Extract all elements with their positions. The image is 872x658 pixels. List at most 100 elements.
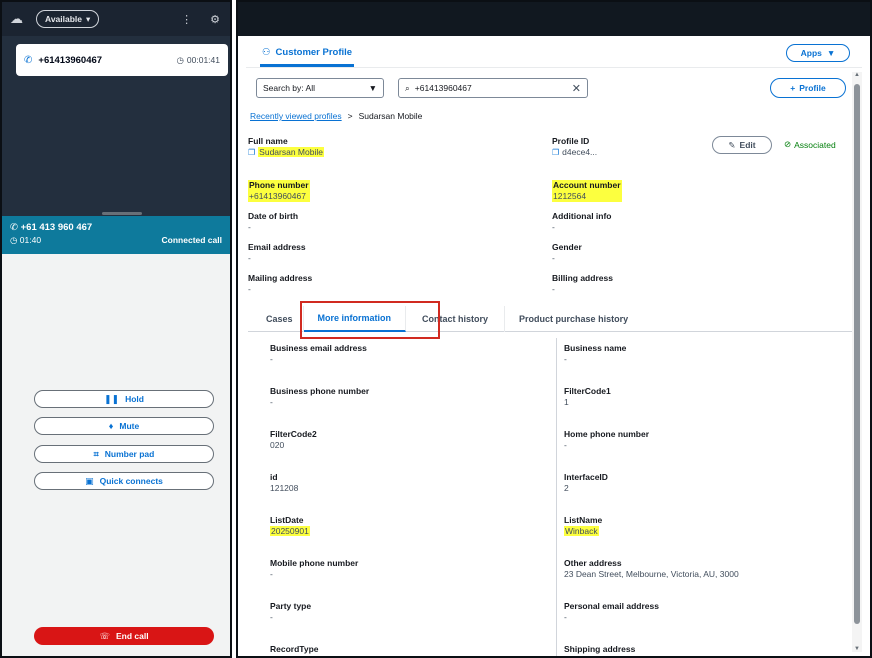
mute-label: Mute	[119, 421, 140, 431]
ccp-header: ☁ Available ▾ ⋮ ⚙	[2, 2, 230, 36]
search-input[interactable]: ⌕ +61413960467 ✕	[398, 78, 588, 98]
quick-connect-icon: ▣	[85, 475, 94, 486]
active-call-timer-value: 00:01:41	[186, 55, 220, 65]
edit-button[interactable]: ✎ Edit	[712, 136, 772, 154]
tab-cases[interactable]: Cases	[248, 305, 304, 332]
field-label: Business phone number	[270, 386, 370, 396]
search-by-select[interactable]: Search by: All ▼	[256, 78, 384, 98]
column-divider	[556, 338, 557, 656]
field-profile-id: Profile ID ❐ d4ece4...	[552, 136, 597, 158]
active-call-timer: ◷ 00:01:41	[176, 55, 220, 66]
quick-connects-button[interactable]: ▣ Quick connects	[34, 472, 214, 490]
phone-number-value: +61413960467	[248, 191, 310, 202]
agent-status-dropdown[interactable]: Available ▾	[36, 10, 100, 28]
top-bar	[238, 2, 870, 36]
chevron-right-icon: >	[347, 111, 353, 121]
more-info-field: Personal email address -	[564, 601, 659, 623]
field-label: InterfaceID	[564, 472, 608, 482]
more-options-icon[interactable]: ⋮	[181, 13, 192, 26]
more-info-field: InterfaceID 2	[564, 472, 608, 494]
connected-call-status: Connected call	[161, 235, 222, 245]
cloud-icon: ☁	[10, 11, 23, 26]
copy-icon[interactable]: ❐	[248, 148, 255, 157]
connected-call-bar: ✆ +61 413 960 467 ◷ 01:40 Connected call	[2, 216, 230, 254]
field-label: id	[270, 472, 278, 482]
clock-icon: ◷	[10, 235, 20, 245]
add-profile-button[interactable]: + Profile	[770, 78, 846, 98]
number-pad-label: Number pad	[104, 449, 155, 459]
add-profile-label: Profile	[799, 83, 826, 93]
field-value: -	[270, 354, 273, 364]
associated-status: ⊘ Associated	[784, 139, 836, 150]
more-info-field: Shipping address	[564, 644, 635, 655]
more-info-field: ListDate 20250901	[270, 515, 310, 537]
field-label: Other address	[564, 558, 622, 568]
field-account-number: Account number 1212564	[552, 180, 622, 202]
field-label: FilterCode2	[270, 429, 317, 439]
field-value: -	[552, 284, 555, 294]
search-row: Search by: All ▼ ⌕ +61413960467 ✕ + Prof…	[256, 78, 846, 98]
more-info-field: Business email address -	[270, 343, 367, 365]
field-value: -	[270, 397, 273, 407]
quick-connects-label: Quick connects	[99, 476, 163, 486]
field-label: Additional info	[552, 211, 612, 221]
more-info-field: Business phone number -	[270, 386, 369, 408]
field-label: Profile ID	[552, 136, 590, 146]
hangup-icon: ☏	[99, 630, 111, 641]
settings-icon[interactable]: ⚙	[210, 13, 220, 26]
field-label: Home phone number	[564, 429, 650, 439]
vertical-scrollbar[interactable]: ▲ ▼	[852, 72, 862, 652]
plus-icon: +	[790, 83, 796, 93]
full-name-value: Sudarsan Mobile	[258, 147, 324, 157]
breadcrumb: Recently viewed profiles > Sudarsan Mobi…	[250, 111, 422, 121]
field-label: Mailing address	[248, 273, 313, 283]
clock-icon: ◷	[176, 54, 184, 65]
field-date-of-birth: Date of birth -	[248, 211, 298, 233]
associated-label: Associated	[794, 139, 836, 150]
more-info-field: FilterCode2 020	[270, 429, 317, 451]
account-number-value: 1212564	[552, 191, 622, 202]
active-call-number: +61413960467	[38, 54, 103, 66]
field-label: RecordType	[270, 644, 319, 654]
keypad-icon: ⌗	[93, 448, 99, 459]
end-call-button[interactable]: ☏ End call	[34, 627, 214, 645]
field-value: 1	[564, 397, 569, 407]
number-pad-button[interactable]: ⌗ Number pad	[34, 445, 214, 463]
field-value: -	[248, 284, 251, 294]
field-value: 2	[564, 483, 569, 493]
panel-resize-handle[interactable]	[102, 212, 142, 215]
phone-icon: ✆	[24, 54, 33, 66]
field-full-name: Full name ❐ Sudarsan Mobile	[248, 136, 324, 158]
field-label: Email address	[248, 242, 306, 252]
clear-icon[interactable]: ✕	[572, 82, 581, 95]
more-info-field: RecordType	[270, 644, 319, 655]
mute-button[interactable]: ♦ Mute	[34, 417, 214, 435]
scroll-down-icon[interactable]: ▼	[853, 646, 861, 652]
tab-customer-profile[interactable]: ⚇ Customer Profile	[260, 40, 355, 67]
customer-profile-panel: ⚇ Customer Profile Apps ▼ Search by: All…	[236, 0, 872, 658]
field-label: Full name	[248, 136, 288, 146]
field-value: -	[270, 612, 273, 622]
apps-button[interactable]: Apps ▼	[786, 44, 850, 62]
tab-product-purchase-history[interactable]: Product purchase history	[505, 306, 642, 332]
field-value: -	[564, 612, 567, 622]
edit-icon: ✎	[728, 139, 736, 150]
scrollbar-thumb[interactable]	[854, 84, 860, 624]
field-additional-info: Additional info -	[552, 211, 612, 233]
hold-label: Hold	[125, 394, 144, 404]
field-value: 23 Dean Street, Melbourne, Victoria, AU,…	[564, 569, 739, 579]
field-label: Date of birth	[248, 211, 299, 221]
copy-icon[interactable]: ❐	[552, 148, 559, 157]
more-info-field: Mobile phone number -	[270, 558, 358, 580]
more-info-field: Business name -	[564, 343, 626, 365]
annotation-highlight-box	[300, 301, 440, 339]
scroll-up-icon[interactable]: ▲	[853, 72, 861, 78]
field-value: -	[564, 354, 567, 364]
field-value: -	[564, 440, 567, 450]
field-label: ListDate	[270, 515, 304, 525]
active-call-card[interactable]: ✆ +61413960467 ◷ 00:01:41	[16, 44, 228, 76]
field-label: Phone number	[248, 180, 310, 191]
hold-button[interactable]: ❚❚ Hold	[34, 390, 214, 408]
breadcrumb-recent-link[interactable]: Recently viewed profiles	[250, 111, 342, 121]
more-info-field: id 121208	[270, 472, 298, 494]
